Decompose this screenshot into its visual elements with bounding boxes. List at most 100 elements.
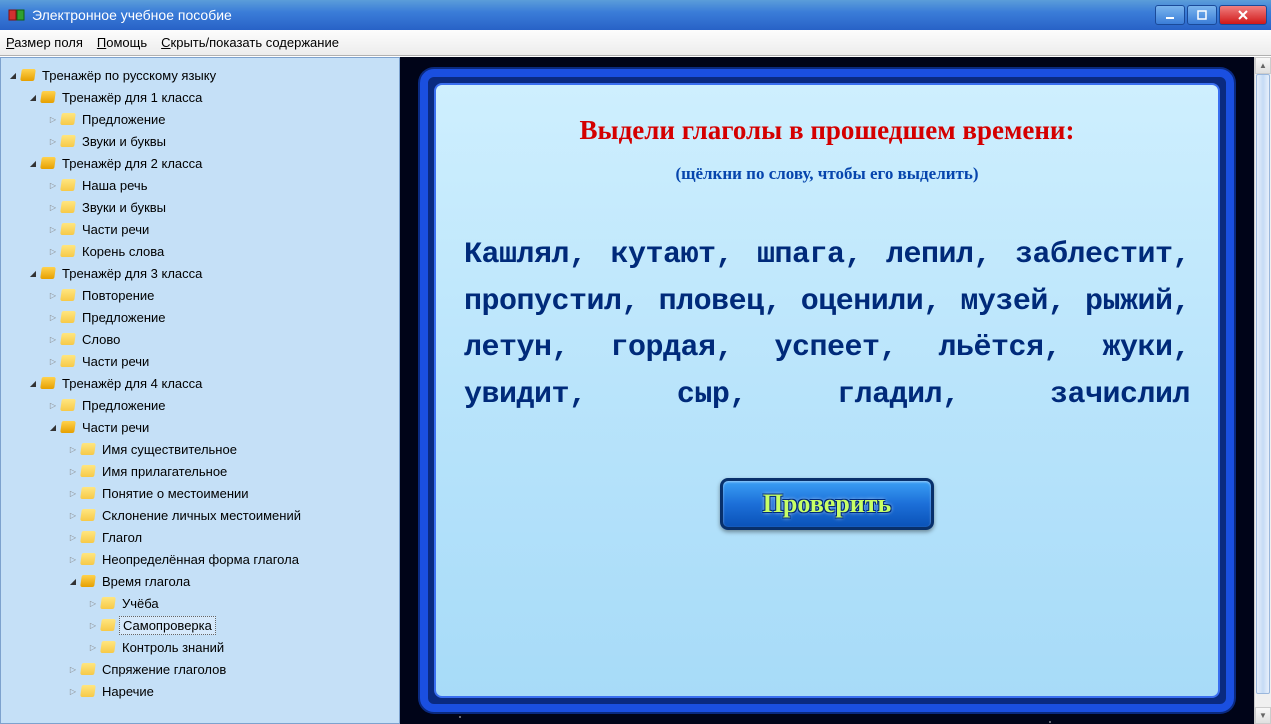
- scroll-up-icon[interactable]: ▲: [1255, 57, 1271, 74]
- chevron-right-icon: [67, 465, 79, 477]
- selectable-word[interactable]: кутают: [611, 238, 716, 272]
- tree-node[interactable]: Предложение: [3, 108, 397, 130]
- minimize-button[interactable]: [1155, 5, 1185, 25]
- tree-node-label[interactable]: Звуки и буквы: [79, 133, 169, 150]
- tree-node[interactable]: Звуки и буквы: [3, 196, 397, 218]
- tree-node-label[interactable]: Самопроверка: [119, 616, 216, 635]
- tree-node-label[interactable]: Спряжение глаголов: [99, 661, 229, 678]
- chevron-down-icon[interactable]: [27, 267, 39, 279]
- tree-node-label[interactable]: Звуки и буквы: [79, 199, 169, 216]
- tree-node-label[interactable]: Повторение: [79, 287, 157, 304]
- tree-node[interactable]: Предложение: [3, 306, 397, 328]
- selectable-word[interactable]: увидит: [464, 378, 569, 412]
- tree-node-label[interactable]: Наречие: [99, 683, 157, 700]
- scroll-thumb[interactable]: [1256, 74, 1270, 694]
- tree-node[interactable]: Части речи: [3, 416, 397, 438]
- tree-node-label[interactable]: Наша речь: [79, 177, 150, 194]
- tree-node-label[interactable]: Учёба: [119, 595, 162, 612]
- close-button[interactable]: [1219, 5, 1267, 25]
- tree-node[interactable]: Спряжение глаголов: [3, 658, 397, 680]
- chevron-down-icon[interactable]: [7, 69, 19, 81]
- tree-node[interactable]: Контроль знаний: [3, 636, 397, 658]
- tree-node[interactable]: Учёба: [3, 592, 397, 614]
- tree-node[interactable]: Глагол: [3, 526, 397, 548]
- selectable-word[interactable]: жуки: [1102, 331, 1172, 365]
- tree-node[interactable]: Слово: [3, 328, 397, 350]
- selectable-word[interactable]: льётся: [938, 331, 1043, 365]
- menu-item[interactable]: Помощь: [97, 35, 147, 50]
- tree-node[interactable]: Время глагола: [3, 570, 397, 592]
- tree-node[interactable]: Части речи: [3, 218, 397, 240]
- selectable-word[interactable]: оценили: [801, 285, 924, 319]
- chevron-down-icon[interactable]: [67, 575, 79, 587]
- tree-node-label[interactable]: Части речи: [79, 221, 152, 238]
- tree-node-label[interactable]: Тренажёр для 3 класса: [59, 265, 205, 282]
- tree-node-label[interactable]: Понятие о местоимении: [99, 485, 252, 502]
- tree-node-label[interactable]: Тренажёр по русскому языку: [39, 67, 219, 84]
- tree-node-label[interactable]: Время глагола: [99, 573, 193, 590]
- chevron-down-icon[interactable]: [27, 91, 39, 103]
- tree-node[interactable]: Наша речь: [3, 174, 397, 196]
- tree-node-label[interactable]: Тренажёр для 2 класса: [59, 155, 205, 172]
- tree-node[interactable]: Звуки и буквы: [3, 130, 397, 152]
- selectable-word[interactable]: шпага: [757, 238, 845, 272]
- selectable-word[interactable]: пловец: [659, 285, 764, 319]
- tree-node-label[interactable]: Имя существительное: [99, 441, 240, 458]
- tree-node-label[interactable]: Корень слова: [79, 243, 167, 260]
- book-icon: [60, 113, 76, 125]
- chevron-down-icon[interactable]: [47, 421, 59, 433]
- tree-node[interactable]: Тренажёр по русскому языку: [3, 64, 397, 86]
- tree-node-label[interactable]: Слово: [79, 331, 123, 348]
- maximize-button[interactable]: [1187, 5, 1217, 25]
- tree-node-label[interactable]: Контроль знаний: [119, 639, 227, 656]
- selectable-word[interactable]: сыр: [677, 378, 730, 412]
- selectable-word[interactable]: рыжий: [1085, 285, 1173, 319]
- selectable-word[interactable]: заблестит: [1015, 238, 1173, 272]
- menu-item[interactable]: Размер поля: [6, 35, 83, 50]
- tree-node-label[interactable]: Склонение личных местоимений: [99, 507, 304, 524]
- chevron-down-icon[interactable]: [27, 157, 39, 169]
- tree-node-label[interactable]: Части речи: [79, 419, 152, 436]
- chevron-right-icon: [47, 223, 59, 235]
- tree-node[interactable]: Имя существительное: [3, 438, 397, 460]
- selectable-word[interactable]: гордая: [610, 331, 715, 365]
- tree-node[interactable]: Предложение: [3, 394, 397, 416]
- tree-node-label[interactable]: Имя прилагательное: [99, 463, 230, 480]
- sidebar-tree[interactable]: Тренажёр по русскому языку Тренажёр для 1…: [0, 57, 400, 724]
- tree-node[interactable]: Тренажёр для 3 класса: [3, 262, 397, 284]
- tree-node[interactable]: Корень слова: [3, 240, 397, 262]
- tree-node-label[interactable]: Глагол: [99, 529, 145, 546]
- tree-node[interactable]: Имя прилагательное: [3, 460, 397, 482]
- tree-node-label[interactable]: Тренажёр для 1 класса: [59, 89, 205, 106]
- scroll-down-icon[interactable]: ▼: [1255, 707, 1271, 724]
- tree-node[interactable]: Части речи: [3, 350, 397, 372]
- selectable-word[interactable]: пропустил: [464, 285, 622, 319]
- tree-node[interactable]: Понятие о местоимении: [3, 482, 397, 504]
- selectable-word[interactable]: летун: [464, 331, 552, 365]
- tree-node[interactable]: Неопределённая форма глагола: [3, 548, 397, 570]
- tree-node-label[interactable]: Тренажёр для 4 класса: [59, 375, 205, 392]
- check-button[interactable]: Проверить: [720, 478, 935, 530]
- tree-node-label[interactable]: Неопределённая форма глагола: [99, 551, 302, 568]
- tree-node-label[interactable]: Предложение: [79, 397, 169, 414]
- tree-node-label[interactable]: Предложение: [79, 111, 169, 128]
- tree-node-label[interactable]: Части речи: [79, 353, 152, 370]
- chevron-down-icon[interactable]: [27, 377, 39, 389]
- tree-node[interactable]: Наречие: [3, 680, 397, 702]
- selectable-word[interactable]: Кашлял: [464, 238, 569, 272]
- selectable-word[interactable]: лепил: [886, 238, 974, 272]
- tree-node[interactable]: Тренажёр для 2 класса: [3, 152, 397, 174]
- tree-node-label[interactable]: Предложение: [79, 309, 169, 326]
- chevron-right-icon: [47, 113, 59, 125]
- selectable-word[interactable]: гладил: [837, 378, 942, 412]
- tree-node[interactable]: Повторение: [3, 284, 397, 306]
- selectable-word[interactable]: музей: [960, 285, 1048, 319]
- selectable-word[interactable]: успеет: [774, 331, 879, 365]
- menu-item[interactable]: Скрыть/показать содержание: [161, 35, 339, 50]
- tree-node[interactable]: Тренажёр для 1 класса: [3, 86, 397, 108]
- vertical-scrollbar[interactable]: ▲ ▼: [1254, 57, 1271, 724]
- tree-node[interactable]: Склонение личных местоимений: [3, 504, 397, 526]
- tree-node[interactable]: Тренажёр для 4 класса: [3, 372, 397, 394]
- selectable-word[interactable]: зачислил: [1050, 378, 1190, 412]
- tree-node[interactable]: Самопроверка: [3, 614, 397, 636]
